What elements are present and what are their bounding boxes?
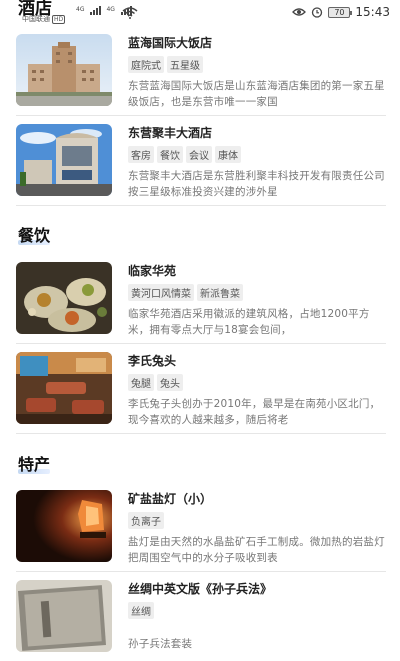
hotel-image	[16, 124, 112, 196]
tag-list: 客房 餐饮 会议 康体	[128, 144, 388, 163]
section-title-text: 特产	[18, 455, 51, 474]
item-description: 临家华苑酒店采用徽派的建筑风格，占地1200平方米，拥有零点大厅与18宴会包间，	[128, 308, 370, 336]
product-image	[16, 490, 112, 562]
item-title: 蓝海国际大饭店	[128, 36, 213, 50]
tag: 丝绸	[128, 602, 154, 619]
list-item[interactable]: 丝绸中英文版《孙子兵法》 丝绸 孙子兵法套装	[16, 580, 386, 658]
tag: 负离子	[128, 512, 164, 529]
carrier-label: 中国联通 HD	[22, 14, 66, 24]
tag: 庭院式	[128, 56, 164, 73]
divider	[16, 343, 386, 344]
wifi-icon	[122, 7, 138, 19]
list-item[interactable]: 矿盐盐灯（小） 负离子 盐灯是由天然的水晶盐矿石手工制成。微加热的岩盐灯把周围空…	[16, 490, 386, 568]
tag-list: 负离子	[128, 510, 388, 529]
clock-time: 15:43	[355, 5, 390, 19]
tag-list: 庭院式 五星级	[128, 54, 388, 73]
hd-badge: HD	[52, 15, 66, 24]
restaurant-image	[16, 352, 112, 424]
item-title: 东营聚丰大酒店	[128, 126, 213, 140]
item-description: 东营聚丰大酒店是东营胜利聚丰科技开发有限责任公司按三星级标准投资兴建的涉外星	[128, 170, 385, 198]
tag-list: 兔腿 兔头	[128, 372, 388, 391]
tag-list: 黄河口风情菜 新派鲁菜	[128, 282, 388, 301]
tag: 会议	[186, 146, 212, 163]
status-right: 70 15:43	[292, 5, 390, 19]
tag: 五星级	[167, 56, 203, 73]
network-type-1: 4G	[76, 6, 85, 13]
divider	[16, 571, 386, 572]
hotel-image	[16, 34, 112, 106]
section-title-specialty: 特产	[18, 451, 51, 475]
section-title-food: 餐饮	[18, 222, 51, 246]
alarm-icon	[312, 7, 323, 18]
status-bar: 酒店 中国联通 HD 4G 4G 70 15:43	[0, 0, 400, 28]
restaurant-image	[16, 262, 112, 334]
tag: 餐饮	[157, 146, 183, 163]
item-description: 孙子兵法套装	[128, 638, 193, 650]
tag: 兔头	[157, 374, 183, 391]
battery-icon: 70	[328, 6, 353, 18]
divider	[16, 115, 386, 116]
list-item[interactable]: 东营聚丰大酒店 客房 餐饮 会议 康体 东营聚丰大酒店是东营胜利聚丰科技开发有限责任公…	[16, 124, 386, 202]
list-item[interactable]: 蓝海国际大饭店 庭院式 五星级 东营蓝海国际大饭店是山东蓝海酒店集团的第一家五星级…	[16, 34, 386, 112]
tag: 客房	[128, 146, 154, 163]
section-title-text: 餐饮	[18, 226, 51, 245]
item-title: 李氏兔头	[128, 354, 177, 368]
carrier-name: 中国联通	[22, 15, 50, 23]
eye-icon	[292, 8, 307, 16]
item-title: 临家华苑	[128, 264, 177, 278]
item-description: 盐灯是由天然的水晶盐矿石手工制成。微加热的岩盐灯把周围空气中的水分子吸收到表	[128, 536, 385, 564]
item-description: 李氏兔子头创办于2010年，最早是在南苑小区北门，现今喜欢的人越来越多，随后将老	[128, 398, 381, 426]
tag-list: 丝绸	[128, 600, 388, 619]
network-type-2: 4G	[106, 6, 115, 13]
item-description: 东营蓝海国际大饭店是山东蓝海酒店集团的第一家五星级饭店，也是东营市唯一一家国	[128, 80, 385, 108]
divider	[16, 205, 386, 206]
list-item[interactable]: 临家华苑 黄河口风情菜 新派鲁菜 临家华苑酒店采用徽派的建筑风格，占地1200平方…	[16, 262, 386, 340]
signal-bars-icon	[90, 6, 102, 15]
item-title: 丝绸中英文版《孙子兵法》	[128, 582, 273, 596]
tag: 康体	[215, 146, 241, 163]
tag: 黄河口风情菜	[128, 284, 194, 301]
item-title: 矿盐盐灯（小）	[128, 492, 213, 506]
tag: 新派鲁菜	[197, 284, 243, 301]
list-item[interactable]: 李氏兔头 兔腿 兔头 李氏兔子头创办于2010年，最早是在南苑小区北门，现今喜欢的…	[16, 352, 386, 430]
tag: 兔腿	[128, 374, 154, 391]
divider	[16, 433, 386, 434]
product-image	[16, 580, 112, 652]
